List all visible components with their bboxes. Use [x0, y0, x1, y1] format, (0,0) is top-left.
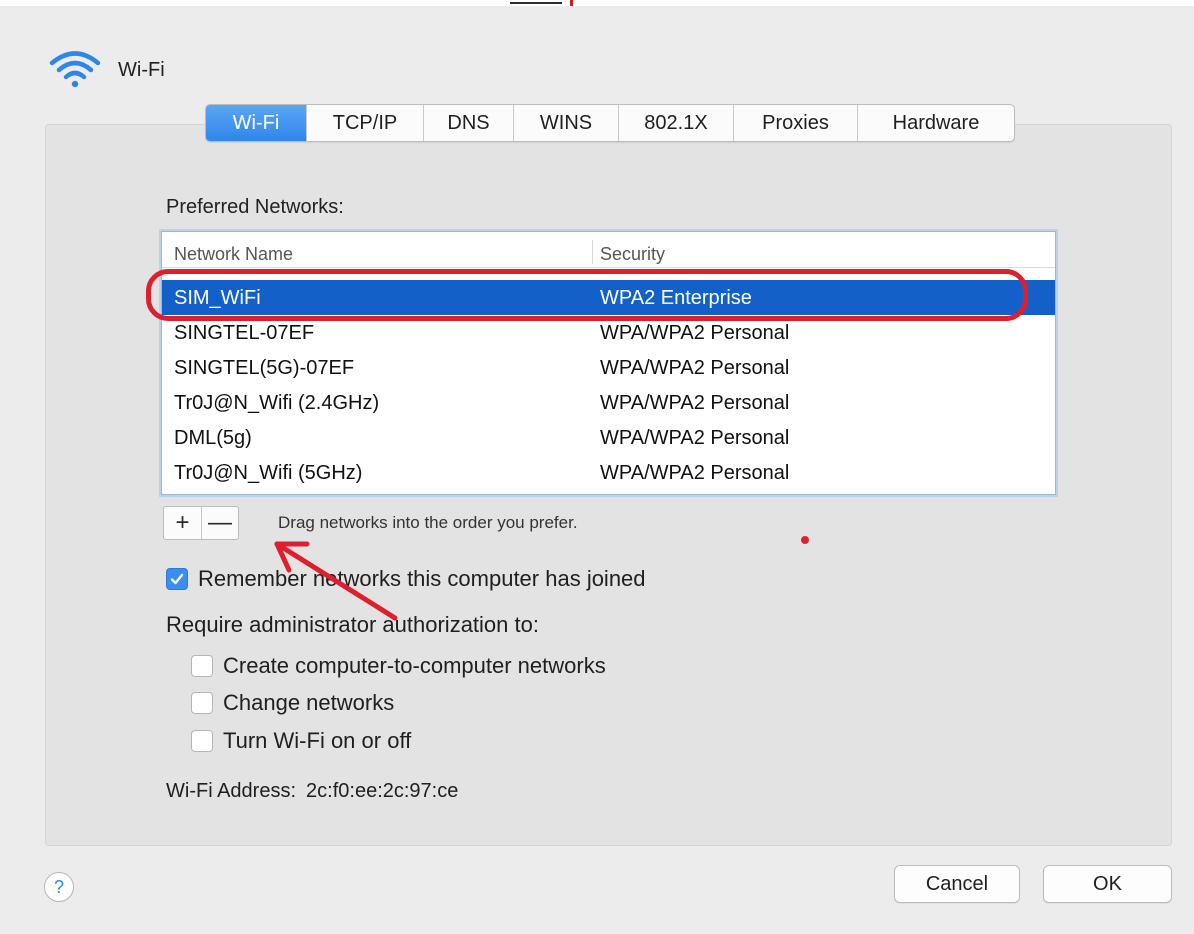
remember-networks-checkbox[interactable]: Remember networks this computer has join…	[166, 566, 646, 592]
tab-wins[interactable]: WINS	[514, 105, 619, 141]
wifi-address-label: Wi-Fi Address:	[166, 780, 297, 802]
checkmark-icon	[170, 573, 184, 585]
tab-dns[interactable]: DNS	[424, 105, 514, 141]
table-row[interactable]: SINGTEL-07EF WPA/WPA2 Personal	[162, 315, 1055, 350]
wifi-address: Wi-Fi Address: 2c:f0:ee:2c:97:ce	[166, 780, 458, 803]
list-add-remove-control: + —	[163, 506, 239, 540]
network-security: WPA2 Enterprise	[600, 287, 752, 309]
window-top-edge	[0, 0, 1194, 6]
network-security: WPA/WPA2 Personal	[600, 427, 790, 449]
tab-tcpip[interactable]: TCP/IP	[307, 105, 424, 141]
checkbox-checked[interactable]	[166, 568, 188, 590]
remember-networks-label: Remember networks this computer has join…	[198, 566, 646, 591]
turn-wifi-label: Turn Wi-Fi on or off	[223, 728, 412, 753]
network-name: SINGTEL-07EF	[174, 322, 315, 344]
cancel-button[interactable]: Cancel	[894, 865, 1020, 903]
page-title: Wi-Fi	[118, 58, 165, 81]
table-row[interactable]: Tr0J@N_Wifi (5GHz) WPA/WPA2 Personal	[162, 455, 1055, 490]
tab-hardware[interactable]: Hardware	[858, 105, 1014, 141]
tab-proxies[interactable]: Proxies	[734, 105, 858, 141]
create-networks-checkbox[interactable]: Create computer-to-computer networks	[191, 653, 606, 679]
column-header-network-name[interactable]: Network Name	[174, 244, 293, 265]
change-networks-checkbox[interactable]: Change networks	[191, 690, 394, 716]
add-network-button[interactable]: +	[164, 507, 201, 539]
header: Wi-Fi	[48, 50, 165, 90]
checkbox-unchecked[interactable]	[191, 730, 213, 752]
tab-bar: Wi-Fi TCP/IP DNS WINS 802.1X Proxies Har…	[205, 104, 1015, 142]
network-security: WPA/WPA2 Personal	[600, 462, 790, 484]
change-networks-label: Change networks	[223, 690, 395, 715]
checkbox-unchecked[interactable]	[191, 692, 213, 714]
drag-hint-text: Drag networks into the order you prefer.	[278, 513, 578, 532]
create-networks-label: Create computer-to-computer networks	[223, 653, 606, 678]
column-divider	[592, 240, 593, 264]
annotation-dot	[801, 536, 809, 544]
network-security: WPA/WPA2 Personal	[600, 357, 790, 379]
network-name: SINGTEL(5G)-07EF	[174, 357, 355, 379]
help-button[interactable]: ?	[44, 872, 74, 902]
column-header-security[interactable]: Security	[600, 244, 665, 265]
network-name: Tr0J@N_Wifi (5GHz)	[174, 462, 363, 484]
turn-wifi-checkbox[interactable]: Turn Wi-Fi on or off	[191, 728, 411, 754]
network-security: WPA/WPA2 Personal	[600, 322, 790, 344]
wifi-icon	[48, 50, 102, 90]
preferred-networks-label: Preferred Networks:	[166, 196, 344, 218]
remove-network-button[interactable]: —	[201, 507, 238, 539]
preferred-networks-table[interactable]: Network Name Security SIM_WiFi WPA2 Ente…	[161, 231, 1056, 495]
table-row[interactable]: SIM_WiFi WPA2 Enterprise	[162, 280, 1055, 315]
network-security: WPA/WPA2 Personal	[600, 392, 790, 414]
tab-wifi[interactable]: Wi-Fi	[206, 105, 307, 141]
network-name: DML(5g)	[174, 427, 252, 449]
ok-button[interactable]: OK	[1043, 865, 1172, 903]
network-name: Tr0J@N_Wifi (2.4GHz)	[174, 392, 380, 414]
require-admin-label: Require administrator authorization to:	[166, 612, 539, 637]
table-row[interactable]: Tr0J@N_Wifi (2.4GHz) WPA/WPA2 Personal	[162, 385, 1055, 420]
network-preferences-window: Wi-Fi Wi-Fi TCP/IP DNS WINS 802.1X Proxi…	[0, 0, 1194, 934]
annotation-mark	[510, 0, 590, 6]
network-name: SIM_WiFi	[174, 287, 261, 309]
table-row[interactable]: DML(5g) WPA/WPA2 Personal	[162, 420, 1055, 455]
wifi-address-value: 2c:f0:ee:2c:97:ce	[306, 780, 459, 802]
checkbox-unchecked[interactable]	[191, 655, 213, 677]
table-row[interactable]: SINGTEL(5G)-07EF WPA/WPA2 Personal	[162, 350, 1055, 385]
table-header: Network Name Security	[162, 232, 1055, 268]
tab-8021x[interactable]: 802.1X	[619, 105, 734, 141]
